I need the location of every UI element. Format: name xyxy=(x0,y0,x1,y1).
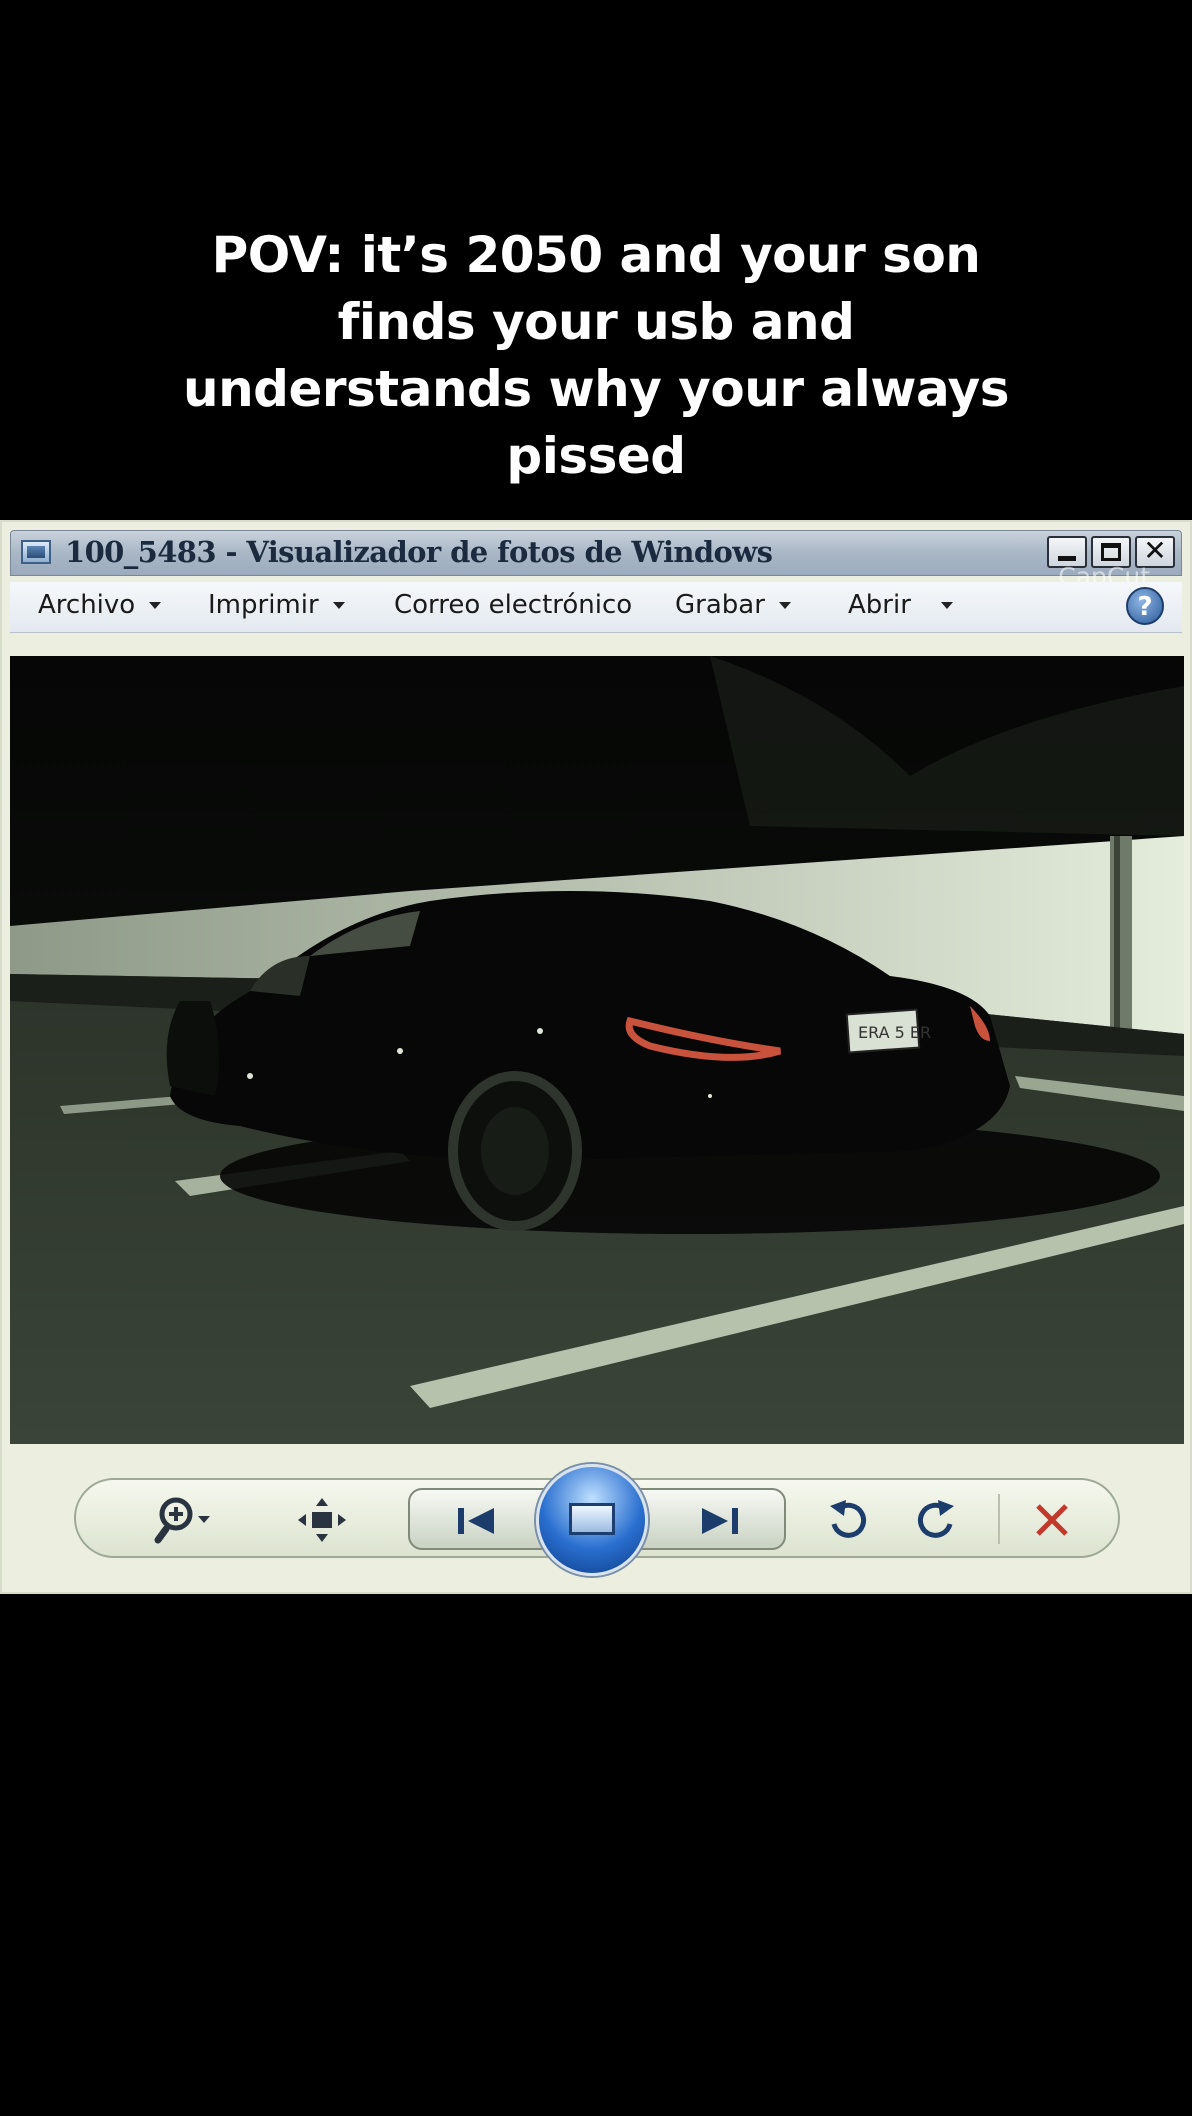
license-plate: ERA 5 ER xyxy=(858,1023,931,1042)
delete-icon[interactable] xyxy=(1032,1500,1072,1540)
next-icon[interactable] xyxy=(700,1506,740,1536)
menu-imprimir-label: Imprimir xyxy=(208,590,319,620)
caption-line-2: finds your usb and xyxy=(337,293,855,351)
zoom-icon[interactable] xyxy=(154,1494,218,1544)
caption-line-3: understands why your always xyxy=(182,360,1010,418)
caption-line-1: POV: it’s 2050 and your son xyxy=(211,226,981,284)
photo-display: ERA 5 ER xyxy=(10,656,1184,1444)
rotate-cw-icon[interactable] xyxy=(914,1496,958,1542)
menu-abrir-label: Abrir xyxy=(848,590,911,620)
chevron-down-icon xyxy=(149,602,162,609)
maximize-icon xyxy=(1101,543,1121,561)
viewer-control-bar xyxy=(74,1464,1120,1576)
menu-grabar[interactable]: Grabar xyxy=(675,590,791,620)
car-photo: ERA 5 ER xyxy=(10,656,1184,1444)
chevron-down-icon xyxy=(778,602,791,609)
slideshow-button[interactable] xyxy=(536,1464,648,1576)
rotate-ccw-icon[interactable] xyxy=(826,1496,870,1542)
menu-abrir[interactable]: Abrir xyxy=(848,590,953,620)
menu-archivo[interactable]: Archivo xyxy=(38,590,162,620)
fit-window-icon[interactable] xyxy=(298,1498,346,1542)
previous-icon[interactable] xyxy=(456,1506,496,1536)
menu-correo[interactable]: Correo electrónico xyxy=(394,590,632,620)
slideshow-icon xyxy=(569,1503,615,1535)
menu-bar: Archivo Imprimir Correo electrónico Grab… xyxy=(10,582,1182,633)
help-icon[interactable]: ? xyxy=(1126,587,1164,625)
title-bar[interactable]: 100_5483 - Visualizador de fotos de Wind… xyxy=(10,530,1182,576)
minimize-icon xyxy=(1058,556,1076,561)
chevron-down-icon xyxy=(940,602,953,609)
menu-grabar-label: Grabar xyxy=(675,590,765,620)
caption-line-4: pissed xyxy=(506,427,686,485)
menu-archivo-label: Archivo xyxy=(38,590,136,620)
menu-correo-label: Correo electrónico xyxy=(394,590,633,620)
window-app-icon xyxy=(21,540,51,564)
photo-viewer-window: 100_5483 - Visualizador de fotos de Wind… xyxy=(0,520,1192,1594)
chevron-down-icon xyxy=(332,602,345,609)
caption: POV: it’s 2050 and your son finds your u… xyxy=(0,222,1192,490)
window-title: 100_5483 - Visualizador de fotos de Wind… xyxy=(65,535,773,569)
menu-imprimir[interactable]: Imprimir xyxy=(208,590,345,620)
toolbar-separator xyxy=(998,1494,1000,1544)
